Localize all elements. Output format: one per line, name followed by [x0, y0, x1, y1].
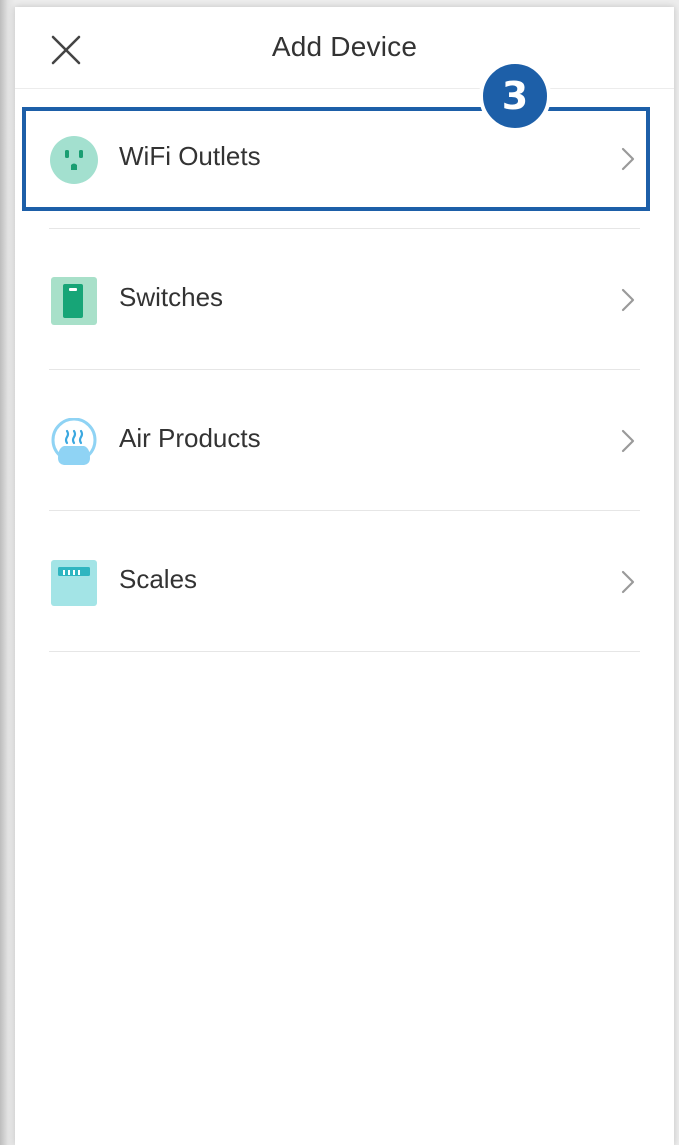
- list-item-switches[interactable]: Switches: [15, 230, 674, 370]
- phone-screen: Add Device WiFi Outlets Switches Air Pro…: [15, 7, 674, 1145]
- divider: [49, 228, 640, 229]
- chevron-right-icon: [619, 287, 637, 313]
- list-item-label: Air Products: [119, 423, 261, 453]
- switch-icon: [50, 277, 98, 325]
- divider: [49, 510, 640, 511]
- list-item-label: Switches: [119, 282, 224, 312]
- chevron-right-icon: [619, 569, 637, 595]
- page-title: Add Device: [271, 31, 418, 62]
- chevron-right-icon: [619, 428, 637, 454]
- list-item-wifi-outlets[interactable]: WiFi Outlets: [15, 89, 674, 229]
- list-item-scales[interactable]: Scales: [15, 512, 674, 652]
- divider: [49, 651, 640, 652]
- divider: [49, 369, 640, 370]
- chevron-right-icon: [619, 146, 637, 172]
- step-number-badge: 3: [479, 60, 551, 132]
- outlet-icon: [50, 136, 98, 184]
- list-item-air-products[interactable]: Air Products: [15, 371, 674, 511]
- air-purifier-icon: [50, 417, 98, 466]
- list-item-label: WiFi Outlets: [119, 141, 261, 171]
- scale-icon: [50, 559, 98, 607]
- header-bar: Add Device: [15, 7, 674, 89]
- list-item-label: Scales: [119, 564, 198, 594]
